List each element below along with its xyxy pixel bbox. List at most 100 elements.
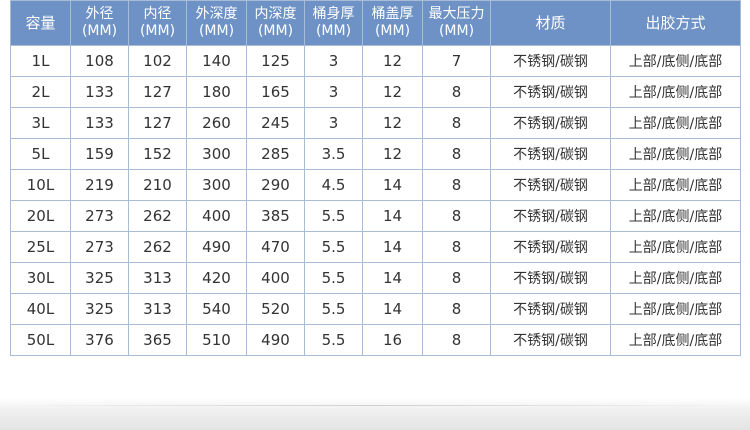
column-header: 内径 (MM) bbox=[128, 0, 187, 46]
table-cell: 8 bbox=[422, 293, 491, 325]
table-cell: 133 bbox=[70, 76, 129, 108]
table-row: 1L 108 102 140 125 3 12 7 不锈钢/碳钢 上部/底侧/底部 bbox=[10, 45, 741, 77]
table-cell: 14 bbox=[362, 231, 423, 263]
table-cell: 8 bbox=[422, 200, 491, 232]
column-header: 最大压力 (MM) bbox=[422, 0, 491, 46]
table-cell: 8 bbox=[422, 169, 491, 201]
table-cell: 325 bbox=[70, 262, 129, 294]
table-cell: 5.5 bbox=[304, 324, 363, 356]
column-header-unit: (MM) bbox=[198, 23, 235, 39]
table-cell: 上部/底侧/底部 bbox=[610, 76, 741, 108]
table-row: 5L 159 152 300 285 3.5 12 8 不锈钢/碳钢 上部/底侧/底部 bbox=[10, 138, 741, 170]
table-cell: 8 bbox=[422, 324, 491, 356]
table-cell: 3L bbox=[10, 107, 71, 139]
table-cell: 3 bbox=[304, 107, 363, 139]
table-cell: 不锈钢/碳钢 bbox=[490, 107, 611, 139]
bottom-shadow bbox=[0, 398, 750, 430]
table-cell: 7 bbox=[422, 45, 491, 77]
column-header-label: 最大压力 bbox=[428, 6, 485, 22]
table-cell: 260 bbox=[186, 107, 247, 139]
table-cell: 273 bbox=[70, 231, 129, 263]
table-row: 3L 133 127 260 245 3 12 8 不锈钢/碳钢 上部/底侧/底部 bbox=[10, 107, 741, 139]
table-cell: 14 bbox=[362, 169, 423, 201]
table-cell: 385 bbox=[246, 200, 305, 232]
column-header-label: 内深度 bbox=[254, 6, 297, 22]
table-cell: 上部/底侧/底部 bbox=[610, 293, 741, 325]
table-cell: 300 bbox=[186, 138, 247, 170]
table-cell: 290 bbox=[246, 169, 305, 201]
spec-table: 容量 外径 (MM) 内径 (MM) 外深度 (MM) 内深度 (MM) 桶身厚 (MM) 桶盖厚 (M… bbox=[10, 0, 741, 356]
table-cell: 152 bbox=[128, 138, 187, 170]
table-cell: 不锈钢/碳钢 bbox=[490, 324, 611, 356]
table-cell: 50L bbox=[10, 324, 71, 356]
table-cell: 125 bbox=[246, 45, 305, 77]
table-cell: 180 bbox=[186, 76, 247, 108]
table-cell: 12 bbox=[362, 45, 423, 77]
table-cell: 400 bbox=[186, 200, 247, 232]
table-cell: 上部/底侧/底部 bbox=[610, 169, 741, 201]
table-cell: 3 bbox=[304, 76, 363, 108]
table-cell: 8 bbox=[422, 138, 491, 170]
table-row: 25L 273 262 490 470 5.5 14 8 不锈钢/碳钢 上部/底侧/底部 bbox=[10, 231, 741, 263]
column-header: 外深度 (MM) bbox=[186, 0, 247, 46]
table-cell: 20L bbox=[10, 200, 71, 232]
table-cell: 5.5 bbox=[304, 231, 363, 263]
column-header-label: 桶身厚 bbox=[312, 6, 355, 22]
table-cell: 262 bbox=[128, 231, 187, 263]
table-cell: 470 bbox=[246, 231, 305, 263]
table-cell: 365 bbox=[128, 324, 187, 356]
table-cell: 14 bbox=[362, 262, 423, 294]
table-cell: 12 bbox=[362, 107, 423, 139]
table-cell: 165 bbox=[246, 76, 305, 108]
bottom-divider bbox=[0, 405, 750, 406]
table-cell: 219 bbox=[70, 169, 129, 201]
table-cell: 325 bbox=[70, 293, 129, 325]
table-cell: 400 bbox=[246, 262, 305, 294]
column-header-unit: (MM) bbox=[374, 23, 411, 39]
table-cell: 127 bbox=[128, 107, 187, 139]
table-cell: 不锈钢/碳钢 bbox=[490, 262, 611, 294]
table-cell: 10L bbox=[10, 169, 71, 201]
table-cell: 14 bbox=[362, 293, 423, 325]
table-cell: 102 bbox=[128, 45, 187, 77]
table-cell: 16 bbox=[362, 324, 423, 356]
table-row: 10L 219 210 300 290 4.5 14 8 不锈钢/碳钢 上部/底侧/底部 bbox=[10, 169, 741, 201]
table-cell: 490 bbox=[246, 324, 305, 356]
column-header-unit: (MM) bbox=[257, 23, 294, 39]
table-cell: 上部/底侧/底部 bbox=[610, 107, 741, 139]
table-cell: 不锈钢/碳钢 bbox=[490, 293, 611, 325]
table-cell: 273 bbox=[70, 200, 129, 232]
header-row: 容量 外径 (MM) 内径 (MM) 外深度 (MM) 内深度 (MM) 桶身厚 (MM) 桶盖厚 (M… bbox=[10, 0, 741, 46]
table-cell: 12 bbox=[362, 76, 423, 108]
column-header-label: 外深度 bbox=[195, 6, 238, 22]
table-cell: 上部/底侧/底部 bbox=[610, 138, 741, 170]
table-cell: 2L bbox=[10, 76, 71, 108]
table-cell: 108 bbox=[70, 45, 129, 77]
table-cell: 3 bbox=[304, 45, 363, 77]
table-row: 2L 133 127 180 165 3 12 8 不锈钢/碳钢 上部/底侧/底部 bbox=[10, 76, 741, 108]
table-cell: 上部/底侧/底部 bbox=[610, 200, 741, 232]
table-row: 50L 376 365 510 490 5.5 16 8 不锈钢/碳钢 上部/底侧/底部 bbox=[10, 324, 741, 356]
table-cell: 14 bbox=[362, 200, 423, 232]
table-cell: 133 bbox=[70, 107, 129, 139]
table-cell: 5.5 bbox=[304, 200, 363, 232]
table-cell: 不锈钢/碳钢 bbox=[490, 231, 611, 263]
table-cell: 376 bbox=[70, 324, 129, 356]
column-header-unit: (MM) bbox=[315, 23, 352, 39]
column-header-label: 内径 bbox=[143, 6, 172, 22]
table-cell: 490 bbox=[186, 231, 247, 263]
table-cell: 5.5 bbox=[304, 262, 363, 294]
table-row: 40L 325 313 540 520 5.5 14 8 不锈钢/碳钢 上部/底侧/底部 bbox=[10, 293, 741, 325]
column-header-unit: (MM) bbox=[139, 23, 176, 39]
column-header: 桶盖厚 (MM) bbox=[362, 0, 423, 46]
table-cell: 140 bbox=[186, 45, 247, 77]
table-cell: 不锈钢/碳钢 bbox=[490, 138, 611, 170]
column-header-unit: (MM) bbox=[81, 23, 118, 39]
table-cell: 上部/底侧/底部 bbox=[610, 45, 741, 77]
table-cell: 210 bbox=[128, 169, 187, 201]
column-header-label: 出胶方式 bbox=[645, 13, 706, 32]
table-cell: 8 bbox=[422, 262, 491, 294]
column-header: 容量 bbox=[10, 0, 71, 46]
column-header: 桶身厚 (MM) bbox=[304, 0, 363, 46]
table-cell: 300 bbox=[186, 169, 247, 201]
